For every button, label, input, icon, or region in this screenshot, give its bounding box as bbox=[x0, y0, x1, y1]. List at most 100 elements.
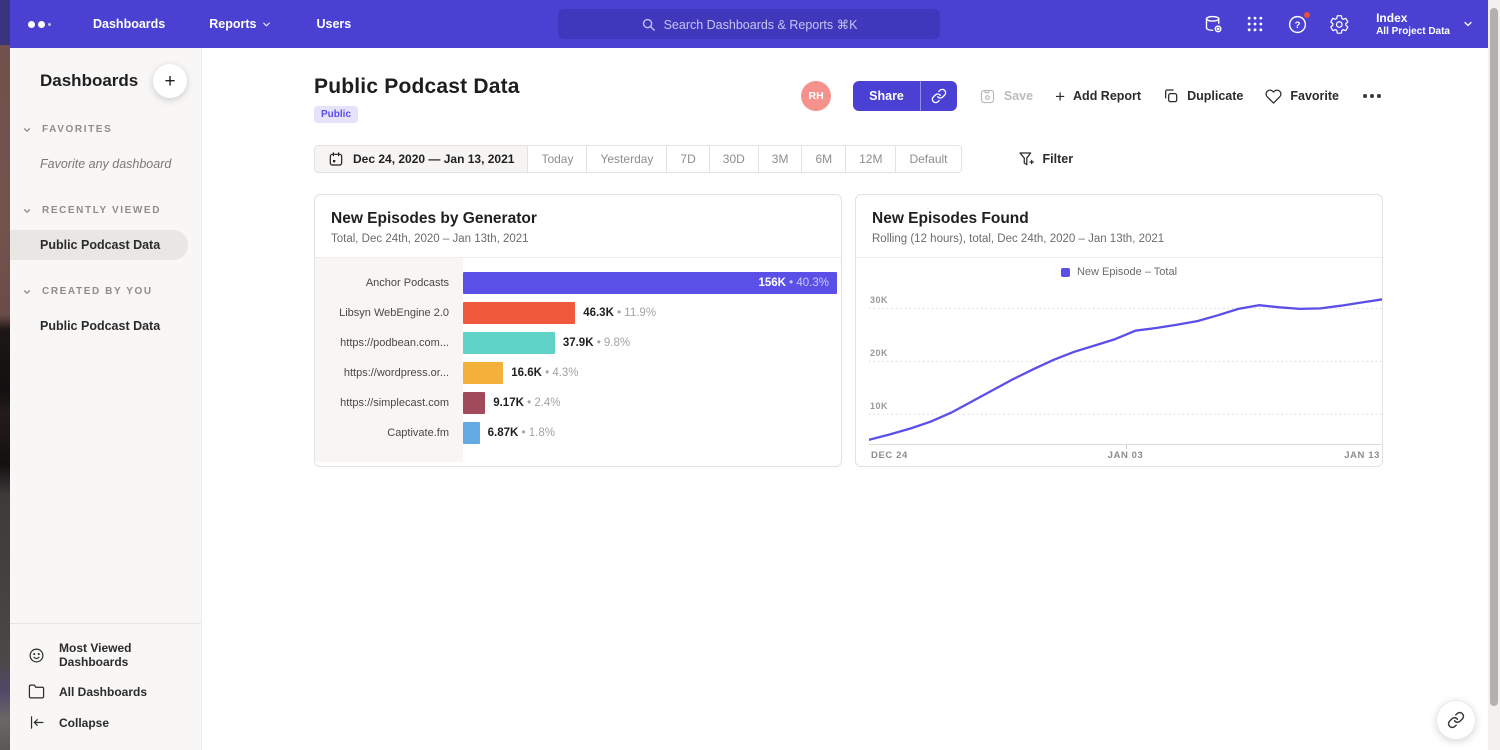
floating-share-link-button[interactable] bbox=[1436, 700, 1476, 740]
smiley-icon bbox=[28, 647, 45, 664]
sidebar-section: RECENTLY VIEWED Public Podcast Data bbox=[10, 205, 201, 260]
calendar-icon bbox=[328, 151, 344, 167]
duplicate-button[interactable]: Duplicate bbox=[1163, 88, 1243, 104]
share-link-button[interactable] bbox=[920, 81, 957, 111]
more-options-button[interactable] bbox=[1361, 88, 1383, 104]
page-scrollbar[interactable] bbox=[1488, 0, 1500, 750]
x-axis-tickmark bbox=[1126, 445, 1127, 449]
date-range-control: Dec 24, 2020 — Jan 13, 2021 TodayYesterd… bbox=[314, 145, 962, 173]
save-button[interactable]: Save bbox=[979, 88, 1033, 105]
page-title: Public Podcast Data bbox=[314, 75, 520, 99]
line-plot-svg bbox=[869, 284, 1382, 444]
card-new-episodes-found: New Episodes Found Rolling (12 hours), t… bbox=[855, 194, 1383, 467]
sidebar-section-header[interactable]: FAVORITES bbox=[10, 124, 201, 135]
apps-grid-icon[interactable] bbox=[1244, 13, 1266, 35]
app-logo[interactable] bbox=[28, 21, 51, 28]
bar-track: 156K • 40.3% bbox=[463, 272, 841, 294]
nav-item-reports[interactable]: Reports bbox=[209, 17, 272, 31]
card-subtitle: Rolling (12 hours), total, Dec 24th, 202… bbox=[872, 233, 1366, 245]
folder-icon bbox=[28, 683, 45, 700]
link-icon bbox=[1447, 711, 1465, 729]
add-dashboard-button[interactable]: + bbox=[153, 64, 187, 98]
sidebar-footer: Most Viewed Dashboards All Dashboards Co… bbox=[10, 623, 201, 750]
date-preset-6m[interactable]: 6M bbox=[801, 146, 845, 172]
bar-track: 9.17K • 2.4% bbox=[463, 392, 841, 414]
sidebar-dashboard-link[interactable]: Public Podcast Data bbox=[10, 311, 201, 341]
bar-category-label: https://wordpress.or... bbox=[315, 367, 463, 379]
sidebar-item-all-dashboards[interactable]: All Dashboards bbox=[10, 676, 201, 707]
gear-icon[interactable] bbox=[1328, 13, 1350, 35]
card-title: New Episodes by Generator bbox=[331, 210, 825, 228]
action-label: Add Report bbox=[1073, 89, 1141, 103]
bar-row[interactable]: Anchor Podcasts156K • 40.3% bbox=[315, 268, 841, 298]
search-icon bbox=[641, 17, 656, 32]
sidebar-item-most-viewed[interactable]: Most Viewed Dashboards bbox=[10, 634, 201, 676]
bar-row[interactable]: https://simplecast.com9.17K • 2.4% bbox=[315, 388, 841, 418]
favorite-button[interactable]: Favorite bbox=[1265, 88, 1339, 105]
sidebar-collapse-button[interactable]: Collapse bbox=[10, 707, 201, 738]
help-icon[interactable]: ? bbox=[1286, 13, 1308, 35]
sidebar-section: FAVORITESFavorite any dashboard bbox=[10, 124, 201, 179]
sidebar-sections: FAVORITESFavorite any dashboard RECENTLY … bbox=[10, 124, 201, 341]
bar bbox=[463, 332, 555, 354]
avatar[interactable]: RH bbox=[801, 81, 831, 111]
bar-value-label: 6.87K • 1.8% bbox=[488, 427, 555, 439]
sidebar-item-label: Collapse bbox=[59, 716, 109, 730]
bar-track: 6.87K • 1.8% bbox=[463, 422, 841, 444]
sidebar-section-header[interactable]: CREATED BY YOU bbox=[10, 286, 201, 297]
nav-item-dashboards[interactable]: Dashboards bbox=[93, 17, 165, 31]
background-window-sliver bbox=[0, 0, 10, 750]
sidebar-section-header[interactable]: RECENTLY VIEWED bbox=[10, 205, 201, 216]
action-label: Favorite bbox=[1290, 89, 1339, 103]
search-placeholder: Search Dashboards & Reports ⌘K bbox=[664, 17, 858, 32]
bar bbox=[463, 302, 575, 324]
date-preset-12m[interactable]: 12M bbox=[845, 146, 895, 172]
data-source-icon[interactable] bbox=[1202, 13, 1224, 35]
chart-legend: New Episode – Total bbox=[856, 260, 1382, 284]
bar bbox=[463, 422, 480, 444]
scrollbar-thumb[interactable] bbox=[1490, 8, 1498, 706]
add-report-button[interactable]: + Add Report bbox=[1055, 88, 1141, 105]
bar-row[interactable]: https://wordpress.or...16.6K • 4.3% bbox=[315, 358, 841, 388]
y-tick-label: 20K bbox=[870, 348, 888, 358]
navbar-right: ? Index All Project Data bbox=[1202, 0, 1474, 48]
date-preset-default[interactable]: Default bbox=[895, 146, 960, 172]
bar-category-label: https://podbean.com... bbox=[315, 337, 463, 349]
line-plot-area: 10K20K30K bbox=[869, 284, 1382, 444]
action-label: Save bbox=[1004, 89, 1033, 103]
link-icon bbox=[931, 88, 947, 104]
date-preset-7d[interactable]: 7D bbox=[666, 146, 708, 172]
bar-row[interactable]: Libsyn WebEngine 2.046.3K • 11.9% bbox=[315, 298, 841, 328]
visibility-badge: Public bbox=[314, 106, 358, 123]
line-series bbox=[869, 299, 1382, 439]
chevron-down-icon bbox=[22, 125, 32, 135]
bar-row[interactable]: Captivate.fm6.87K • 1.8% bbox=[315, 418, 841, 448]
card-new-episodes-by-generator: New Episodes by Generator Total, Dec 24t… bbox=[314, 194, 842, 467]
heart-icon bbox=[1265, 88, 1282, 105]
x-axis: DEC 24 JAN 03 JAN 13 bbox=[869, 444, 1382, 466]
bar-row[interactable]: https://podbean.com...37.9K • 9.8% bbox=[315, 328, 841, 358]
card-subtitle: Total, Dec 24th, 2020 – Jan 13th, 2021 bbox=[331, 233, 825, 245]
primary-nav: Dashboards Reports Users bbox=[93, 17, 395, 31]
date-preset-3m[interactable]: 3M bbox=[758, 146, 802, 172]
filter-button[interactable]: Filter bbox=[1018, 151, 1074, 167]
sidebar-item-label: All Dashboards bbox=[59, 685, 147, 699]
share-button[interactable]: Share bbox=[853, 81, 920, 111]
save-icon bbox=[979, 88, 996, 105]
filter-icon bbox=[1018, 151, 1034, 167]
date-preset-today[interactable]: Today bbox=[527, 146, 586, 172]
bar-value-label: 46.3K • 11.9% bbox=[583, 307, 656, 319]
bar bbox=[463, 392, 485, 414]
date-preset-yesterday[interactable]: Yesterday bbox=[586, 146, 666, 172]
bar-chart: Anchor Podcasts156K • 40.3%Libsyn WebEng… bbox=[315, 258, 841, 462]
main-content: Public Podcast Data Public RH Share Save… bbox=[202, 48, 1488, 750]
global-search-input[interactable]: Search Dashboards & Reports ⌘K bbox=[558, 9, 940, 39]
sidebar-dashboard-link[interactable]: Public Podcast Data bbox=[10, 230, 188, 260]
date-toolbar: Dec 24, 2020 — Jan 13, 2021 TodayYesterd… bbox=[314, 145, 1383, 173]
project-switcher[interactable]: Index All Project Data bbox=[1376, 11, 1474, 37]
date-range-button[interactable]: Dec 24, 2020 — Jan 13, 2021 bbox=[315, 146, 527, 172]
collapse-icon bbox=[28, 714, 45, 731]
nav-item-users[interactable]: Users bbox=[316, 17, 351, 31]
sidebar-section-label: CREATED BY YOU bbox=[42, 286, 153, 297]
date-preset-30d[interactable]: 30D bbox=[709, 146, 758, 172]
